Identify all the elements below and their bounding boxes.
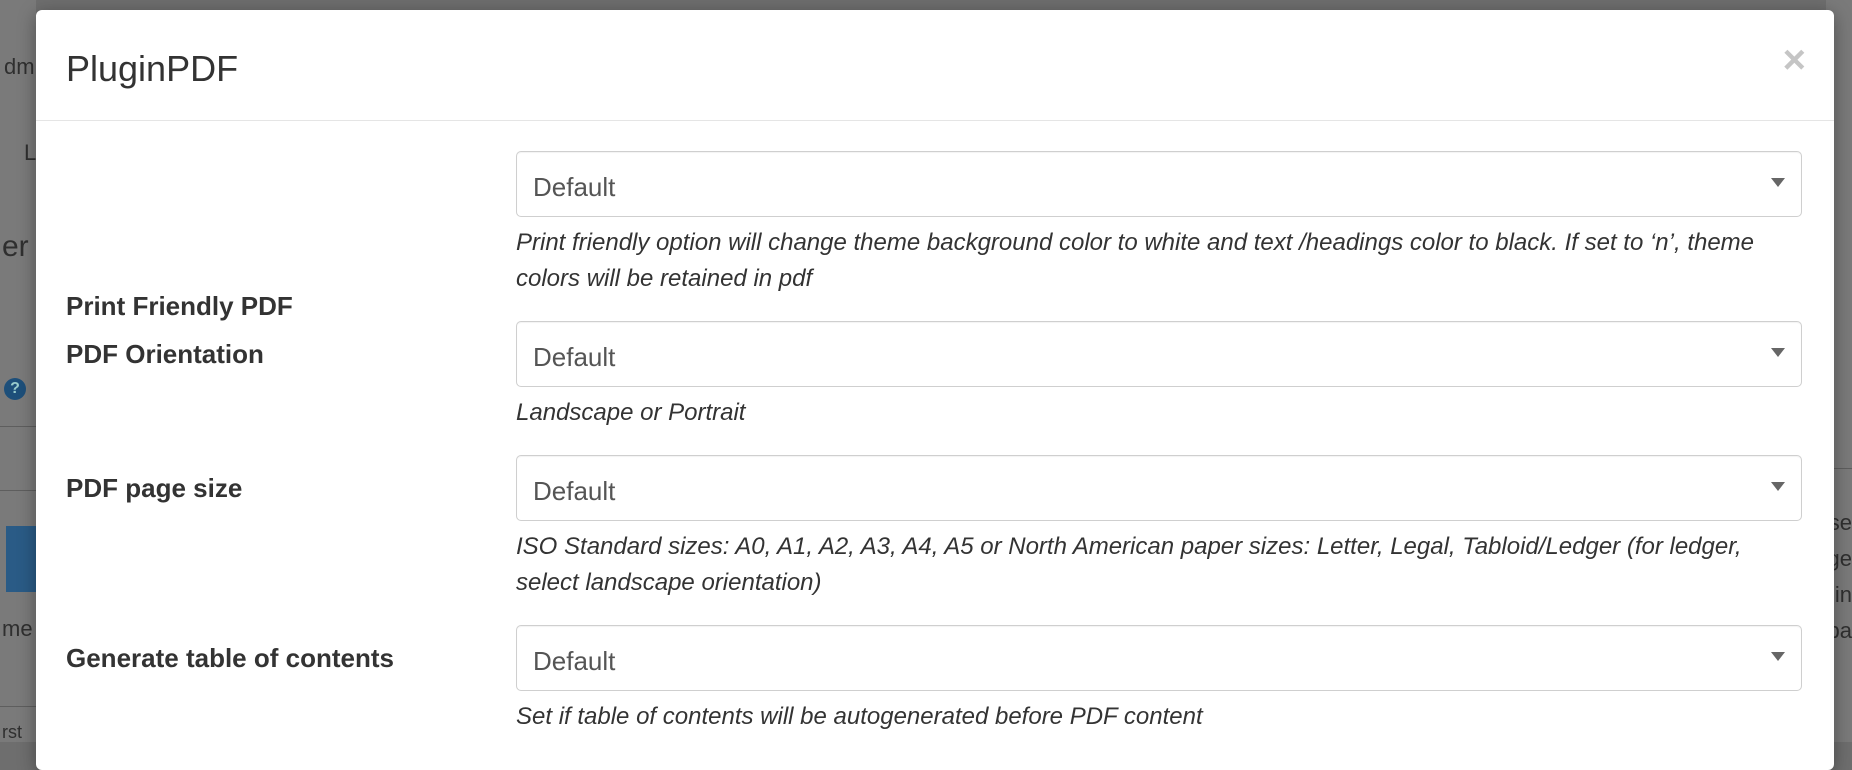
field-label: PDF Orientation bbox=[66, 339, 264, 369]
field-help-text: ISO Standard sizes: A0, A1, A2, A3, A4, … bbox=[516, 533, 1742, 596]
pdf-orientation-select[interactable]: Default bbox=[516, 321, 1802, 387]
field-help-text: Print friendly option will change theme … bbox=[516, 229, 1755, 292]
background-text-fragment: dm bbox=[4, 54, 35, 79]
background-text-fragment: L bbox=[24, 140, 37, 165]
background-text-fragment: me bbox=[2, 616, 33, 641]
background-divider bbox=[0, 426, 36, 427]
field-help-text: Landscape or Portrait bbox=[516, 399, 746, 426]
field-label: Generate table of contents bbox=[66, 643, 394, 673]
select-value: Default bbox=[533, 172, 616, 202]
field-label: PDF page size bbox=[66, 473, 243, 503]
chevron-down-icon bbox=[1771, 348, 1785, 357]
background-text-fragment: in bbox=[1834, 582, 1852, 607]
generate-toc-select[interactable]: Default bbox=[516, 625, 1802, 691]
pdf-page-size-select[interactable]: Default bbox=[516, 455, 1802, 521]
select-value: Default bbox=[533, 342, 616, 372]
background-text-fragment: rst bbox=[2, 722, 22, 742]
chevron-down-icon bbox=[1771, 652, 1785, 661]
background-divider bbox=[0, 706, 36, 707]
chevron-down-icon bbox=[1771, 482, 1785, 491]
modal-form: Default Print friendly option will chang… bbox=[36, 0, 1834, 742]
print-friendly-pdf-select[interactable]: Default bbox=[516, 151, 1802, 217]
select-value: Default bbox=[533, 476, 616, 506]
field-help-text: Set if table of contents will be autogen… bbox=[516, 703, 1203, 730]
question-circle-icon: ? bbox=[4, 378, 26, 400]
chevron-down-icon bbox=[1771, 178, 1785, 187]
background-divider bbox=[0, 490, 36, 491]
background-button bbox=[6, 526, 36, 592]
background-text-fragment: er bbox=[2, 230, 29, 263]
select-value: Default bbox=[533, 646, 616, 676]
